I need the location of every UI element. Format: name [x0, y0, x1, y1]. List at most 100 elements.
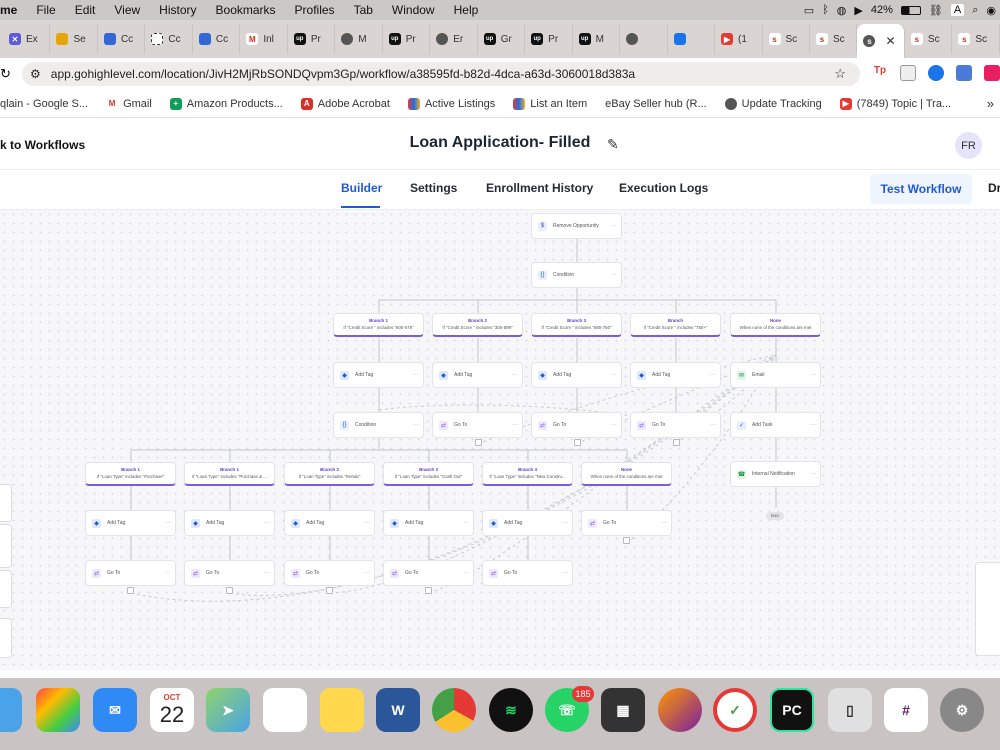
browser-tab[interactable]: M Inl: [240, 24, 288, 54]
left-toolbar-panel[interactable]: [0, 484, 12, 522]
internal-notification-node[interactable]: ☎ Internal Notification ···: [730, 461, 821, 487]
goto-link-icon[interactable]: [226, 587, 233, 594]
branch-node[interactable]: Branch 1 If "Loan Type" includes "Purchas…: [85, 462, 176, 486]
control-center-icon[interactable]: ◉: [986, 4, 996, 17]
browser-tab[interactable]: Cc: [193, 24, 241, 54]
system-settings-icon[interactable]: ⚙: [940, 688, 984, 732]
menu-bookmarks[interactable]: Bookmarks: [216, 3, 276, 17]
browser-tab-active[interactable]: s ✕: [857, 24, 905, 58]
launchpad-icon[interactable]: [36, 688, 80, 732]
calculator-icon[interactable]: ▦: [601, 688, 645, 732]
browser-tab[interactable]: [668, 24, 716, 54]
reload-icon[interactable]: ↻: [0, 66, 11, 82]
node-menu-icon[interactable]: ···: [165, 520, 171, 526]
goto-link-icon[interactable]: [574, 439, 581, 446]
add-tag-node[interactable]: ◆ Add Tag ···: [630, 362, 721, 388]
url-text[interactable]: app.gohighlevel.com/location/JivH2MjRbSO…: [51, 67, 635, 81]
left-toolbar-panel[interactable]: [0, 618, 12, 658]
branch-node[interactable]: Branch 3 If "Credit Score " includes "680…: [531, 313, 622, 337]
go-to-node[interactable]: ⇄ Go To ···: [432, 412, 523, 438]
input-source-icon[interactable]: A: [950, 4, 965, 16]
node-menu-icon[interactable]: ···: [810, 372, 816, 378]
node-menu-icon[interactable]: ···: [413, 372, 419, 378]
node-menu-icon[interactable]: ···: [611, 223, 617, 229]
pycharm-icon[interactable]: PC: [770, 688, 814, 732]
browser-tab[interactable]: s Sc: [763, 24, 810, 54]
go-to-node[interactable]: ⇄ Go To ···: [482, 560, 573, 586]
display-icon[interactable]: ▭: [804, 4, 814, 17]
branch-node[interactable]: Branch If "Credit Score " includes "750+": [630, 313, 721, 337]
firefox-icon[interactable]: [658, 688, 702, 732]
node-menu-icon[interactable]: ···: [512, 422, 518, 428]
tab-execution-logs[interactable]: Execution Logs: [619, 181, 708, 195]
browser-tab[interactable]: up M: [573, 24, 621, 54]
bookmark-item[interactable]: eBay Seller hub (R...: [605, 98, 707, 110]
node-menu-icon[interactable]: ···: [364, 520, 370, 526]
bookmark-item[interactable]: + Amazon Products...: [169, 97, 283, 110]
browser-tab[interactable]: Cc: [145, 24, 193, 54]
add-tag-node[interactable]: ◆ Add Tag ···: [184, 510, 275, 536]
add-tag-node[interactable]: ◆ Add Tag ···: [482, 510, 573, 536]
browser-tab[interactable]: M: [335, 24, 383, 54]
menu-help[interactable]: Help: [454, 3, 479, 17]
bookmarks-overflow-icon[interactable]: »: [987, 96, 994, 111]
node-menu-icon[interactable]: ···: [710, 372, 716, 378]
bookmark-item[interactable]: List an Item: [513, 97, 587, 110]
browser-tab[interactable]: up Pr: [288, 24, 336, 54]
go-to-node[interactable]: ⇄ Go To ···: [184, 560, 275, 586]
browser-tab[interactable]: Se: [50, 24, 98, 54]
branch-node[interactable]: Branch 2 If "Credit Score " includes "300…: [432, 313, 523, 337]
bookmark-item[interactable]: qlain - Google S...: [0, 98, 88, 110]
branch-node-none[interactable]: None When none of the conditions are met: [581, 462, 672, 486]
bookmark-star-icon[interactable]: ☆: [834, 66, 846, 82]
go-to-node[interactable]: ⇄ Go To ···: [383, 560, 474, 586]
node-menu-icon[interactable]: ···: [413, 422, 419, 428]
iphone-mirroring-icon[interactable]: ▯: [828, 688, 872, 732]
menu-file[interactable]: File: [36, 3, 55, 17]
bookmark-item[interactable]: A Adobe Acrobat: [300, 97, 390, 110]
node-menu-icon[interactable]: ···: [165, 570, 171, 576]
branch-node[interactable]: Branch 4 If "Loan Type" includes "New Con…: [482, 462, 573, 486]
tab-settings[interactable]: Settings: [410, 181, 457, 195]
edit-pencil-icon[interactable]: ✎: [607, 136, 619, 153]
taskheat-icon[interactable]: ✓: [713, 688, 757, 732]
node-menu-icon[interactable]: ···: [264, 520, 270, 526]
go-to-node[interactable]: ⇄ Go To ···: [630, 412, 721, 438]
node-menu-icon[interactable]: ···: [810, 471, 816, 477]
bookmark-item[interactable]: M Gmail: [106, 97, 152, 110]
browser-tab[interactable]: s Sc: [952, 24, 1000, 54]
slack-icon[interactable]: #: [884, 688, 928, 732]
extension-translate-icon[interactable]: [956, 65, 972, 81]
goto-link-icon[interactable]: [425, 587, 432, 594]
node-menu-icon[interactable]: ···: [611, 372, 617, 378]
browser-tab[interactable]: up Pr: [383, 24, 431, 54]
test-workflow-button[interactable]: Test Workflow: [870, 174, 972, 204]
play-icon[interactable]: ▶: [854, 4, 862, 17]
node-menu-icon[interactable]: ···: [661, 520, 667, 526]
node-menu-icon[interactable]: ···: [463, 570, 469, 576]
reminders-icon[interactable]: [263, 688, 307, 732]
browser-tab[interactable]: up Pr: [525, 24, 573, 54]
go-to-node[interactable]: ⇄ Go To ···: [531, 412, 622, 438]
avatar[interactable]: FR: [955, 132, 982, 159]
goto-link-icon[interactable]: [623, 537, 630, 544]
search-icon[interactable]: ⌕: [972, 4, 978, 17]
bookmark-item[interactable]: Update Tracking: [724, 97, 822, 110]
condition-node[interactable]: {} Condition ···: [333, 412, 424, 438]
browser-tab[interactable]: Er: [430, 24, 478, 54]
add-tag-node[interactable]: ◆ Add Tag ···: [383, 510, 474, 536]
chrome-icon[interactable]: [432, 688, 476, 732]
go-to-node[interactable]: ⇄ Go To ···: [581, 510, 672, 536]
calendar-icon[interactable]: OCT 22: [150, 688, 194, 732]
link-icon[interactable]: ⛓: [929, 4, 943, 17]
node-menu-icon[interactable]: ···: [611, 422, 617, 428]
battery-icon[interactable]: [900, 5, 921, 15]
workflow-canvas[interactable]: $ Remove Opportunity ··· {} Condition ··· Br…: [0, 210, 1000, 670]
branch-node[interactable]: Branch 1 If "Loan Type" includes "Purchas…: [184, 462, 275, 486]
draft-toggle-label[interactable]: Dr: [988, 181, 1000, 195]
url-field[interactable]: ⚙ app.gohighlevel.com/location/JivH2MjRb…: [22, 62, 860, 86]
node-menu-icon[interactable]: ···: [364, 570, 370, 576]
remove-opportunity-node[interactable]: $ Remove Opportunity ···: [531, 213, 622, 239]
condition-node[interactable]: {} Condition ···: [531, 262, 622, 288]
goto-link-icon[interactable]: [475, 439, 482, 446]
